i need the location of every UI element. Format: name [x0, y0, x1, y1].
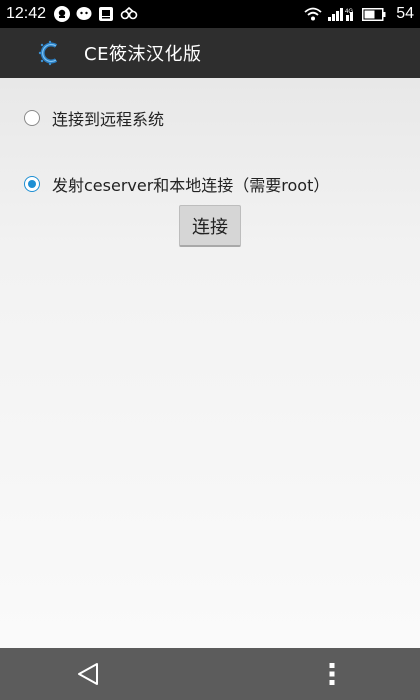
wifi-icon	[304, 7, 322, 21]
wechat-icon	[76, 6, 92, 22]
qq-penguin-icon	[54, 6, 71, 22]
connect-button[interactable]: 连接	[179, 205, 241, 247]
battery-icon	[362, 7, 386, 21]
status-right-group: 4G 54	[304, 5, 414, 23]
link-icon	[120, 6, 138, 22]
option-local-ceserver[interactable]: 发射ceserver和本地连接（需要root）	[24, 172, 329, 196]
radio-local-ceserver[interactable]	[24, 176, 40, 192]
notification-icon	[98, 6, 114, 22]
action-bar: CE筱沫汉化版	[0, 28, 420, 78]
status-time: 12:42	[6, 5, 47, 22]
more-options-icon[interactable]	[322, 660, 342, 688]
radio-checked-dot	[28, 180, 36, 188]
main-content: 连接到远程系统 发射ceserver和本地连接（需要root） 连接	[0, 78, 420, 648]
back-icon[interactable]	[76, 662, 100, 686]
app-title: CE筱沫汉化版	[84, 44, 202, 65]
status-bar: 12:42 4G 54	[0, 0, 420, 28]
option-local-ceserver-label: 发射ceserver和本地连接（需要root）	[52, 176, 330, 195]
signal-icon: 4G	[328, 7, 356, 21]
battery-level: 54	[396, 5, 414, 22]
option-remote-system-label: 连接到远程系统	[52, 110, 165, 129]
option-remote-system[interactable]: 连接到远程系统	[24, 106, 164, 130]
app-logo-icon	[36, 39, 64, 67]
navigation-bar	[0, 648, 420, 700]
radio-remote-system[interactable]	[24, 110, 40, 126]
